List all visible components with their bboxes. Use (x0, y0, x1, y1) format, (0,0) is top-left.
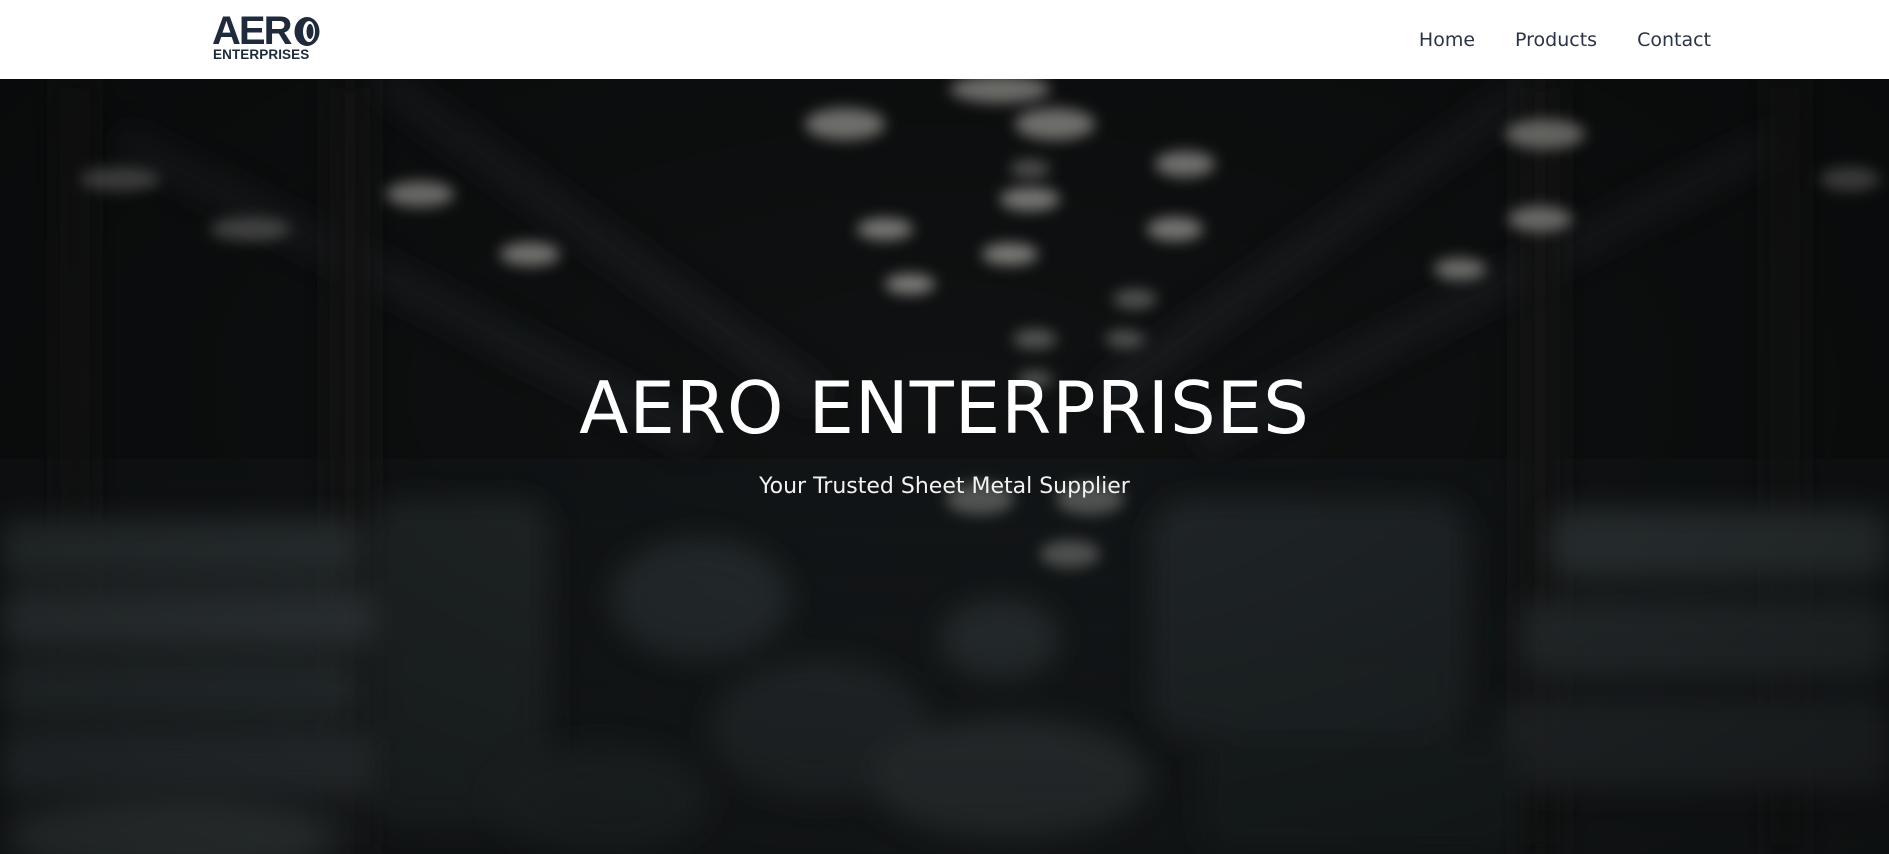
logo-o-icon (294, 17, 320, 46)
hero-subtitle: Your Trusted Sheet Metal Supplier (759, 474, 1130, 499)
nav-home-link[interactable]: Home (1419, 29, 1475, 51)
hero-overlay (0, 79, 1889, 854)
logo-subtext: ENTERPRISES (213, 47, 310, 62)
hero-title: AERO ENTERPRISES (579, 366, 1310, 450)
logo-wordmark: AER (212, 9, 292, 53)
site-header: AER ENTERPRISES Home Products Contact (0, 0, 1889, 79)
nav-products-link[interactable]: Products (1515, 29, 1597, 51)
page: AER ENTERPRISES Home Products Contact AE… (0, 0, 1889, 854)
nav-contact-link[interactable]: Contact (1637, 29, 1711, 51)
main-nav: Home Products Contact (1379, 0, 1711, 79)
hero-section: AERO ENTERPRISES Your Trusted Sheet Meta… (0, 79, 1889, 854)
logo[interactable]: AER ENTERPRISES (212, 9, 322, 64)
